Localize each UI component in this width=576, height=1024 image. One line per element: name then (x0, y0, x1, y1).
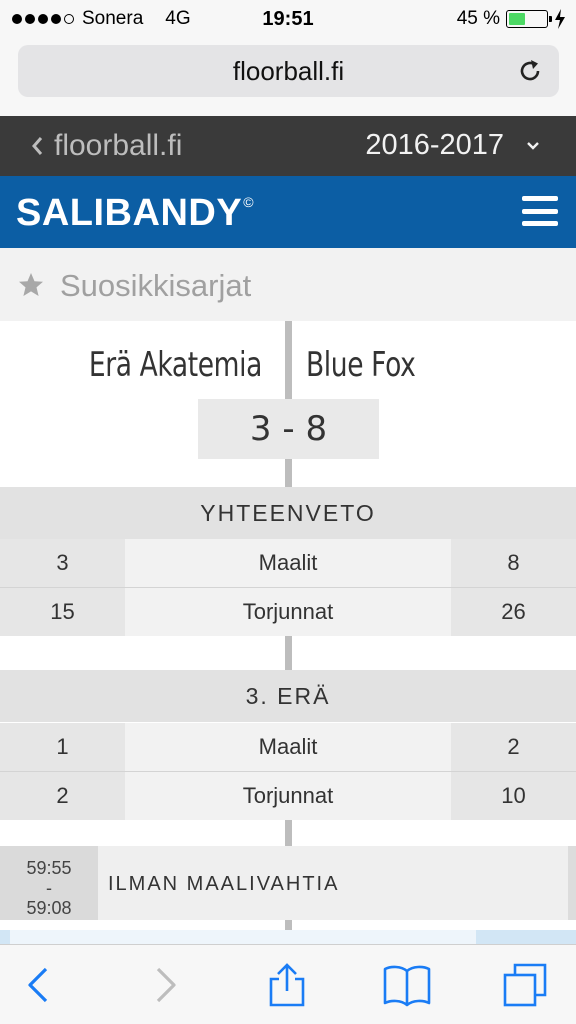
period-row-goals: 1 Maalit 2 (0, 723, 576, 771)
stat-label: Torjunnat (125, 772, 451, 820)
period-heading: 3. ERÄ (0, 670, 576, 722)
timeline-line (285, 920, 292, 930)
event-time-separator: - (46, 878, 52, 898)
event-edge (568, 846, 576, 920)
bookmarks-icon[interactable] (383, 963, 431, 1007)
season-selector[interactable]: 2016-2017 (365, 129, 540, 162)
home-value: 15 (0, 588, 125, 636)
home-value: 3 (0, 539, 125, 587)
away-value: 8 (451, 539, 576, 587)
site-nav-bar: floorball.fi 2016-2017 (0, 116, 576, 176)
event-description: ILMAN MAALIVAHTIA (108, 873, 340, 895)
away-team-name: Blue Fox (306, 345, 416, 385)
site-header: SALIBANDY© (0, 176, 576, 248)
home-team-name: Erä Akatemia (88, 345, 263, 385)
timeline-line (285, 818, 292, 846)
status-bar: Sonera 4G 19:51 45 % (0, 0, 576, 38)
summary-row-goals: 3 Maalit 8 (0, 539, 576, 587)
away-value: 26 (451, 588, 576, 636)
timeline-line (285, 634, 292, 670)
back-icon[interactable] (18, 963, 62, 1007)
home-value: 2 (0, 772, 125, 820)
favourites-bar[interactable]: Suosikkisarjat (0, 248, 576, 321)
share-icon[interactable] (265, 963, 309, 1007)
home-value: 1 (0, 723, 125, 771)
away-value: 2 (451, 723, 576, 771)
favourites-label: Suosikkisarjat (60, 268, 252, 303)
chevron-down-icon (527, 141, 539, 150)
reload-icon[interactable] (516, 57, 544, 85)
salibandy-logo[interactable]: SALIBANDY© (16, 192, 254, 235)
back-link-label: floorball.fi (54, 129, 183, 162)
match-event: 59:55 - 59:08 ILMAN MAALIVAHTIA (0, 846, 576, 920)
tabs-icon[interactable] (503, 963, 547, 1007)
event-time-start: 59:55 (26, 858, 72, 878)
event-time: 59:55 - 59:08 (0, 846, 98, 920)
match-score: 3 - 8 (198, 399, 379, 459)
hamburger-menu-icon[interactable] (522, 196, 558, 226)
event-time-end: 59:08 (26, 898, 72, 918)
back-to-home-link[interactable]: floorball.fi (30, 129, 182, 163)
away-value: 10 (451, 772, 576, 820)
url-field[interactable]: floorball.fi (18, 45, 559, 97)
period-row-saves: 2 Torjunnat 10 (0, 772, 576, 820)
star-icon (19, 273, 43, 296)
stat-label: Maalit (125, 723, 451, 771)
logo-mark: © (243, 194, 255, 210)
battery-percent: 45 % (456, 8, 500, 29)
stat-label: Torjunnat (125, 588, 451, 636)
browser-toolbar (0, 944, 576, 1024)
summary-heading: YHTEENVETO (0, 487, 576, 539)
summary-row-saves: 15 Torjunnat 26 (0, 588, 576, 636)
browser-address-bar: floorball.fi (0, 38, 576, 116)
forward-icon[interactable] (142, 963, 186, 1007)
stat-label: Maalit (125, 539, 451, 587)
logo-text: SALIBANDY (16, 192, 243, 234)
status-right: 45 % (457, 8, 566, 30)
chevron-left-icon (32, 137, 43, 155)
battery-icon (506, 10, 552, 28)
season-label: 2016-2017 (365, 129, 504, 161)
charging-icon (555, 9, 565, 29)
